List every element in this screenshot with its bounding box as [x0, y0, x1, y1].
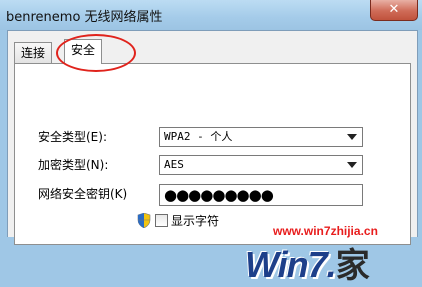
- network-key-label: 网络安全密钥(K): [38, 187, 128, 201]
- window-title: benrenemo 无线网络属性: [6, 10, 163, 25]
- security-panel: 安全类型(E): WPA2 - 个人 加密类型(N): AES 网络安全密钥(K…: [14, 63, 411, 286]
- watermark-logo-text: Win7.: [245, 244, 337, 285]
- shield-icon: [137, 213, 151, 228]
- encryption-type-select[interactable]: AES: [159, 155, 363, 175]
- title-bar: benrenemo 无线网络属性 ✕: [0, 0, 422, 30]
- chevron-down-icon: [347, 134, 357, 140]
- chevron-down-icon: [347, 162, 357, 168]
- security-type-select[interactable]: WPA2 - 个人: [159, 127, 363, 147]
- show-characters-label: 显示字符: [171, 214, 220, 228]
- encryption-type-value: AES: [164, 158, 184, 171]
- network-key-field[interactable]: ●●●●●●●●●: [159, 184, 363, 206]
- security-type-label: 安全类型(E):: [38, 130, 107, 144]
- encryption-type-label: 加密类型(N):: [38, 158, 109, 172]
- watermark-logo-char: 家: [335, 246, 370, 286]
- network-key-value: ●●●●●●●●●: [164, 186, 274, 204]
- watermark-logo: Win7.家: [245, 238, 370, 286]
- security-type-value: WPA2 - 个人: [164, 130, 233, 143]
- dialog-client: 连接 安全 安全类型(E): WPA2 - 个人 加密类型(N): AES 网络…: [7, 30, 418, 286]
- highlight-ellipse: [56, 34, 136, 72]
- close-button[interactable]: ✕: [370, 0, 418, 21]
- show-characters-checkbox[interactable]: [155, 214, 168, 227]
- tab-connection[interactable]: 连接: [14, 42, 53, 63]
- close-icon: ✕: [388, 2, 400, 17]
- watermark-url: www.win7zhijia.cn: [273, 224, 378, 238]
